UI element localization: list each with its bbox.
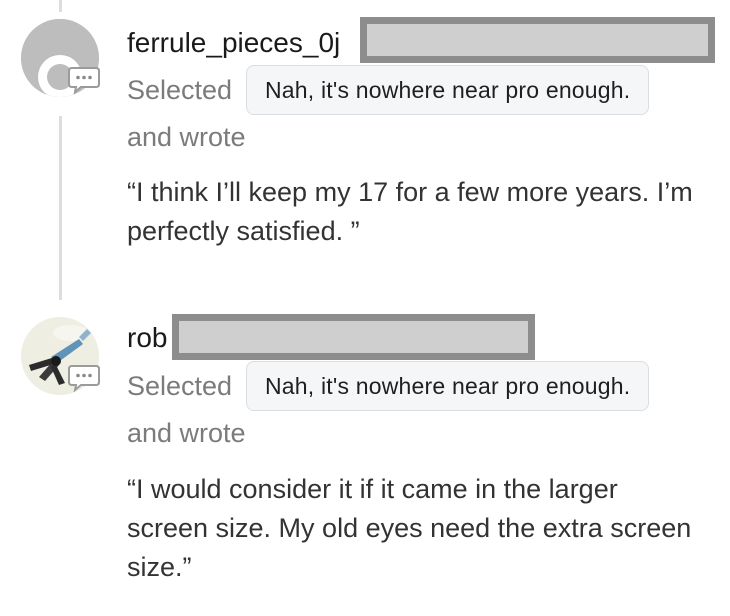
thread-connector: [59, 116, 62, 300]
selected-label: Selected: [127, 75, 233, 105]
and-wrote-label: and wrote: [127, 418, 246, 448]
username[interactable]: ferrule_pieces_0j: [127, 26, 340, 60]
comment-thread: ferrule_pieces_0j Selected Nah, it's now…: [0, 0, 730, 616]
selected-answer-chip[interactable]: Nah, it's nowhere near pro enough.: [246, 361, 650, 411]
username[interactable]: rob: [127, 321, 167, 355]
and-wrote-label: and wrote: [127, 122, 246, 152]
thread-connector-top: [59, 0, 62, 12]
comment-bubble-icon: [67, 364, 101, 393]
comment-quote: “I think I’ll keep my 17 for a few more …: [127, 177, 693, 246]
comment-bubble-icon: [67, 66, 101, 95]
comment-quote: “I would consider it if it came in the l…: [127, 474, 692, 582]
selected-label: Selected: [127, 371, 233, 401]
redaction-block: [360, 17, 715, 63]
selected-answer-chip[interactable]: Nah, it's nowhere near pro enough.: [246, 65, 650, 115]
redaction-block: [172, 314, 535, 360]
